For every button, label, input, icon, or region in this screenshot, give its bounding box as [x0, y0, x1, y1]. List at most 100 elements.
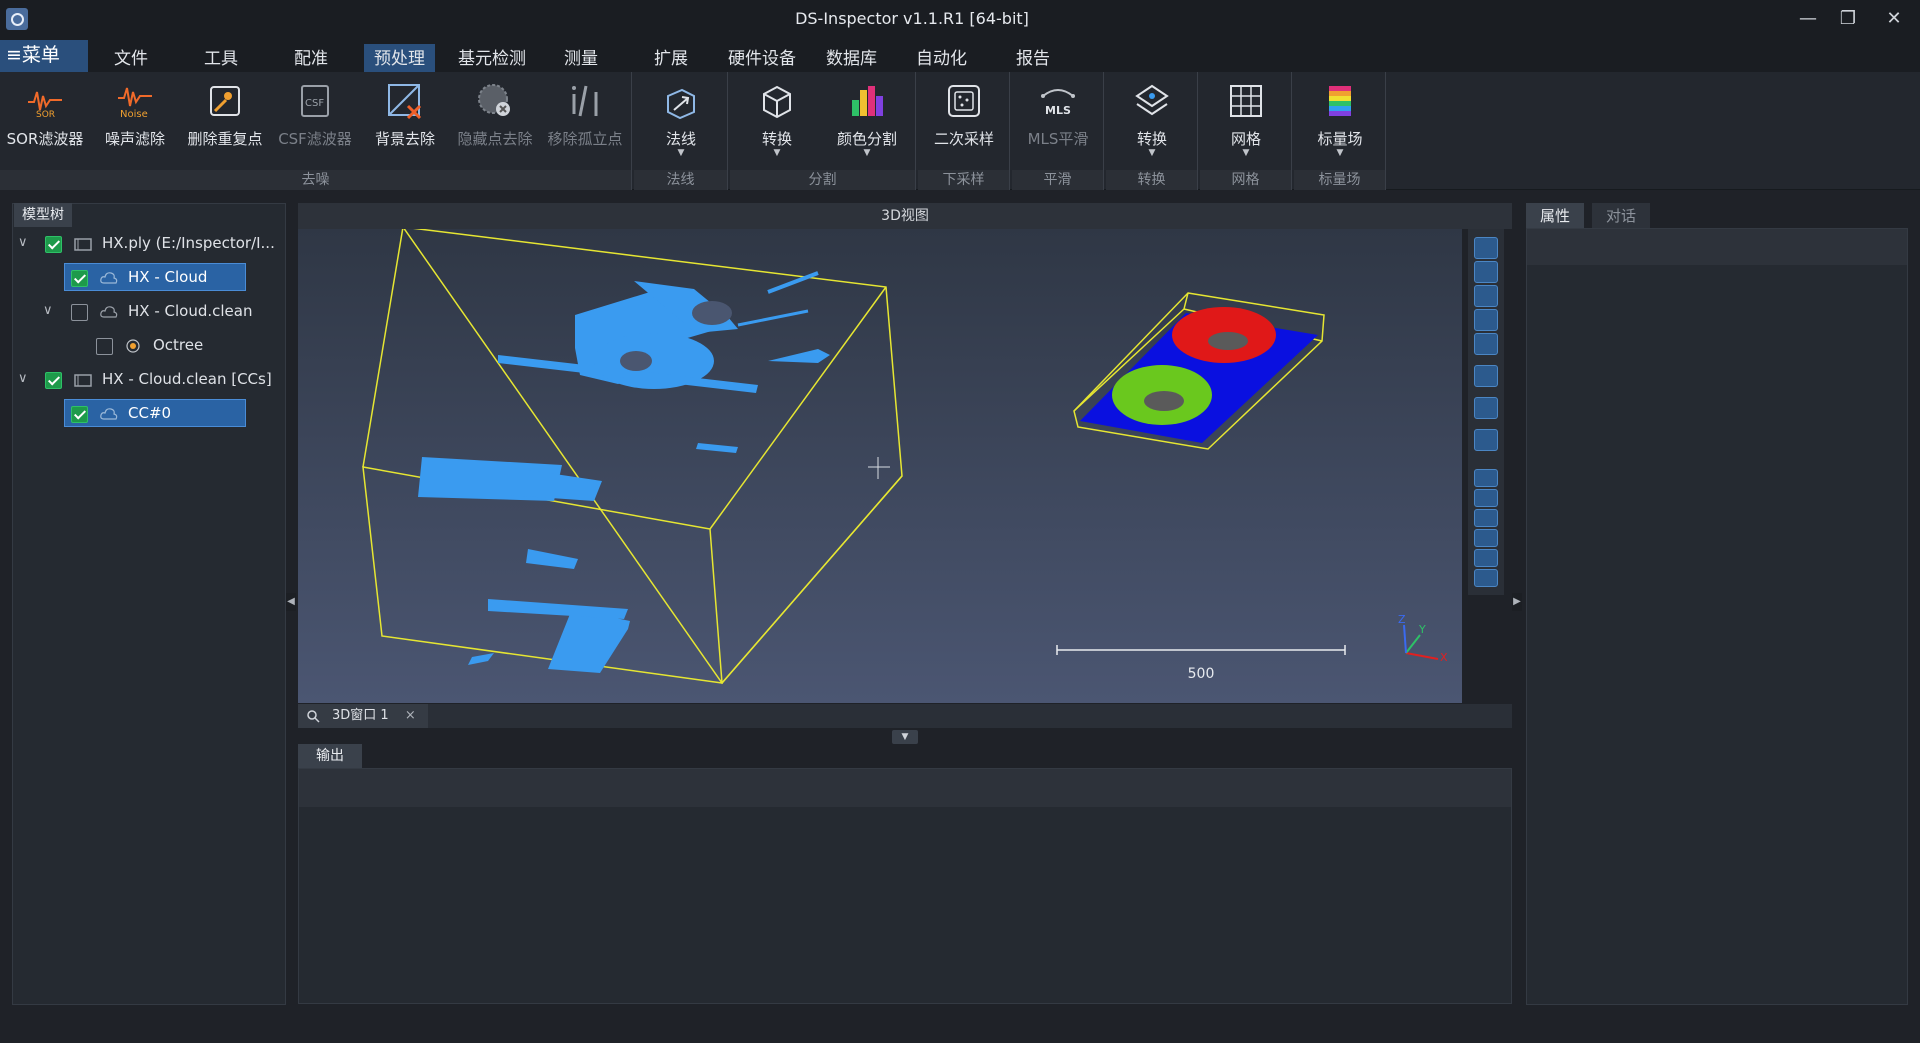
- folder-icon: [74, 238, 92, 251]
- output-header-strip: [299, 769, 1511, 807]
- noise-filter-button[interactable]: Noise 噪声滤除: [92, 78, 178, 158]
- segment-convert-button[interactable]: 转换 ▼: [734, 78, 820, 158]
- convert-icon: [763, 85, 791, 119]
- scalar-field-button[interactable]: 标量场 ▼: [1297, 78, 1383, 158]
- normals-button[interactable]: 法线 ▼: [638, 78, 724, 158]
- menu-bar: ≡菜单 文件 工具 配准 预处理 基元检测 测量 扩展 硬件设备 数据库 自动化…: [0, 38, 1920, 72]
- group-convert: 转换 ▼ 转换: [1106, 72, 1198, 190]
- mls-smooth-button[interactable]: MLS MLS平滑: [1015, 78, 1101, 158]
- node-checkbox[interactable]: [71, 304, 88, 321]
- node-checkbox[interactable]: [45, 236, 62, 253]
- close-tab-icon[interactable]: ×: [405, 708, 416, 723]
- subsample-button[interactable]: 二次采样: [921, 78, 1007, 158]
- color-segment-button[interactable]: 颜色分割 ▼: [824, 78, 910, 158]
- menu-file[interactable]: 文件: [110, 47, 152, 72]
- zoom-icon[interactable]: [1474, 333, 1498, 355]
- collapse-left-panel-button[interactable]: ◀: [286, 593, 296, 611]
- menu-measure[interactable]: 测量: [560, 47, 602, 72]
- view-top-icon[interactable]: [1474, 469, 1498, 487]
- ribbon-toolbar: SOR SOR滤波器 Noise 噪声滤除 删除重复点 CSF CSF滤波器 背…: [0, 72, 1920, 190]
- layer-convert-button[interactable]: 转换 ▼: [1109, 78, 1195, 158]
- group-denoise: SOR SOR滤波器 Noise 噪声滤除 删除重复点 CSF CSF滤波器 背…: [0, 72, 632, 190]
- group-scalar-field: 标量场 ▼ 标量场: [1294, 72, 1386, 190]
- cloud-icon: [100, 272, 118, 284]
- node-checkbox[interactable]: [96, 338, 113, 355]
- subsample-icon: [948, 85, 980, 117]
- tree-node[interactable]: ∨ HX.ply (E:/Inspector/I...: [12, 228, 286, 258]
- svg-text:CSF: CSF: [305, 98, 324, 109]
- search-view-icon: [307, 710, 320, 723]
- menu-primitive-detection[interactable]: 基元检测: [454, 47, 530, 72]
- menu-preprocess[interactable]: 预处理: [364, 44, 435, 72]
- title-bar: DS-Inspector v1.1.R1 [64-bit] — ❐ ✕: [0, 0, 1920, 38]
- scalar-field-icon: [1329, 86, 1351, 116]
- svg-text:SOR: SOR: [36, 110, 55, 120]
- view-right-icon[interactable]: [1474, 549, 1498, 567]
- tab-properties[interactable]: 属性: [1526, 203, 1585, 229]
- csf-filter-button[interactable]: CSF CSF滤波器: [272, 78, 358, 158]
- segmented-object: [1080, 307, 1318, 443]
- tree-node[interactable]: Octree: [12, 330, 286, 360]
- node-checkbox[interactable]: [71, 406, 88, 423]
- tab-dialog[interactable]: 对话: [1592, 203, 1651, 229]
- dropdown-arrow-icon: ▼: [1148, 148, 1156, 158]
- point-pick-icon[interactable]: [1474, 365, 1498, 387]
- hidden-point-icon: [478, 84, 510, 116]
- minimize-button[interactable]: —: [1794, 6, 1822, 32]
- hidden-point-remove-button[interactable]: 隐藏点去除: [452, 78, 538, 158]
- cloud-icon: [100, 306, 118, 318]
- expand-icon[interactable]: ∨: [18, 236, 32, 250]
- layer-convert-icon: [1135, 84, 1169, 116]
- mls-icon: MLS: [1041, 89, 1075, 117]
- view-back-icon[interactable]: [1474, 529, 1498, 547]
- expand-icon[interactable]: ∨: [43, 304, 57, 318]
- fullscreen-view-icon[interactable]: [1474, 237, 1498, 259]
- tab-model-tree[interactable]: 模型树: [14, 203, 72, 227]
- menu-hardware[interactable]: 硬件设备: [724, 47, 800, 72]
- measure-tool-icon[interactable]: [1474, 429, 1498, 451]
- menu-registration[interactable]: 配准: [290, 47, 332, 72]
- menu-database[interactable]: 数据库: [822, 47, 881, 72]
- tree-node[interactable]: ∨ HX - Cloud.clean: [12, 296, 286, 326]
- group-label-normals: 法线: [634, 170, 727, 190]
- main-menu-button[interactable]: ≡菜单: [0, 40, 88, 72]
- menu-automation[interactable]: 自动化: [912, 47, 971, 72]
- group-segment: 转换 ▼ 颜色分割 ▼ 分割: [730, 72, 916, 190]
- background-remove-button[interactable]: 背景去除: [362, 78, 448, 158]
- tree-node-selected[interactable]: CC#0: [12, 398, 286, 428]
- isolated-point-remove-button[interactable]: 移除孤立点: [542, 78, 628, 158]
- group-mesh: 网格 ▼ 网格: [1200, 72, 1292, 190]
- group-label-downsample: 下采样: [918, 170, 1009, 190]
- view-front-icon[interactable]: [1474, 489, 1498, 507]
- properties-header-strip: [1527, 229, 1907, 265]
- tree-node[interactable]: ∨ HX - Cloud.clean [CCs]: [12, 364, 286, 394]
- tab-3d-window[interactable]: 3D窗口 1 ×: [298, 704, 428, 728]
- pivot-icon[interactable]: [1474, 285, 1498, 307]
- segment-tool-icon[interactable]: [1474, 397, 1498, 419]
- group-smooth: MLS MLS平滑 平滑: [1012, 72, 1104, 190]
- collapse-output-button[interactable]: ▼: [892, 730, 918, 744]
- sor-filter-button[interactable]: SOR SOR滤波器: [2, 78, 88, 158]
- expand-icon[interactable]: ∨: [18, 372, 32, 386]
- view-left-icon[interactable]: [1474, 509, 1498, 527]
- 3d-viewport[interactable]: 500 X Y Z: [298, 226, 1462, 703]
- perspective-icon[interactable]: [1474, 309, 1498, 331]
- menu-extend[interactable]: 扩展: [650, 47, 692, 72]
- node-checkbox[interactable]: [45, 372, 62, 389]
- dropdown-arrow-icon: ▼: [863, 148, 871, 158]
- tree-node-selected[interactable]: HX - Cloud: [12, 262, 286, 292]
- view-iso-icon[interactable]: [1474, 569, 1498, 587]
- menu-report[interactable]: 报告: [1012, 47, 1054, 72]
- mesh-button[interactable]: 网格 ▼: [1203, 78, 1289, 158]
- restore-button[interactable]: ❐: [1834, 6, 1862, 32]
- remove-duplicate-button[interactable]: 删除重复点: [182, 78, 268, 158]
- close-button[interactable]: ✕: [1880, 6, 1908, 32]
- zoom-fit-icon[interactable]: [1474, 261, 1498, 283]
- scale-bar: [1056, 645, 1346, 655]
- node-checkbox[interactable]: [71, 270, 88, 287]
- collapse-right-panel-button[interactable]: ▶: [1512, 593, 1522, 611]
- window-title: DS-Inspector v1.1.R1 [64-bit]: [795, 9, 1029, 28]
- tab-output[interactable]: 输出: [298, 744, 362, 768]
- menu-tools[interactable]: 工具: [200, 47, 242, 72]
- bounding-box-left: [362, 226, 903, 685]
